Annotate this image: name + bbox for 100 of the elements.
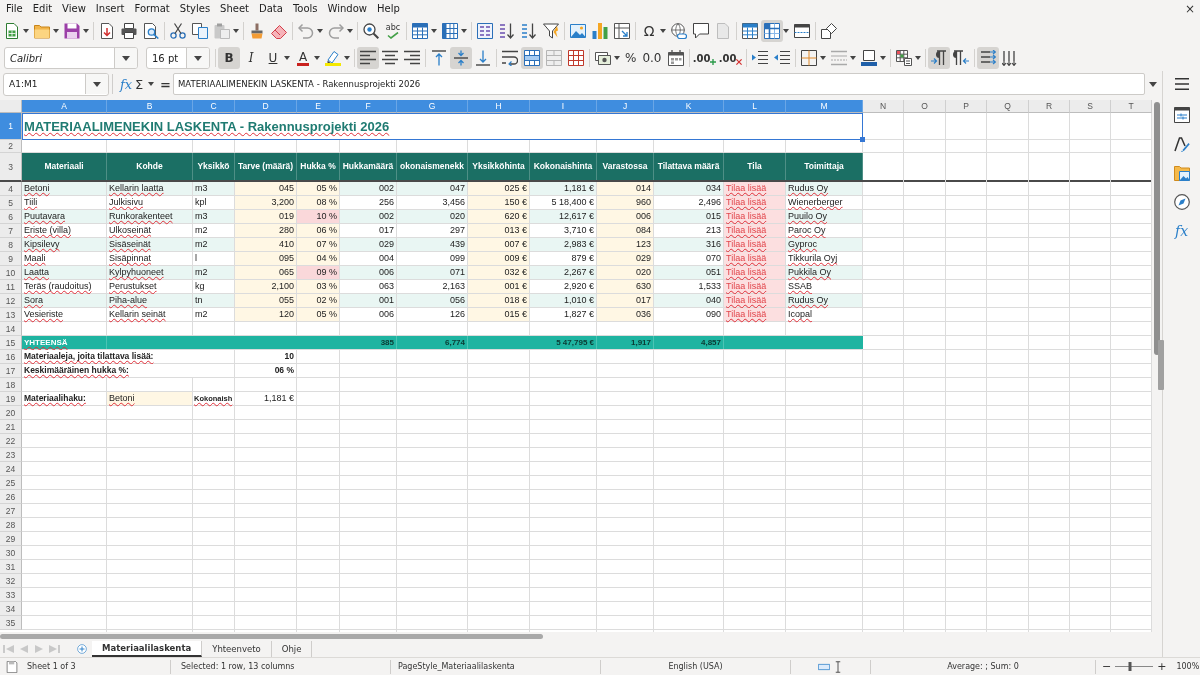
row-header[interactable]: 13 [0, 308, 22, 322]
table-columns-icon[interactable] [442, 23, 458, 39]
formula-button[interactable]: = [160, 76, 170, 92]
add-sheet-icon[interactable] [77, 644, 87, 654]
row-header[interactable]: 29 [0, 532, 22, 546]
row-header[interactable]: 9 [0, 252, 22, 266]
table-icon[interactable] [742, 23, 758, 39]
menu-item[interactable]: Edit [27, 1, 58, 16]
properties-icon[interactable] [1173, 107, 1190, 123]
caret-icon[interactable] [914, 56, 921, 60]
document-magnifier-icon[interactable] [143, 23, 159, 39]
eraser-icon[interactable] [271, 23, 287, 39]
save-icon[interactable] [64, 23, 80, 39]
decrease-indent-icon[interactable] [773, 50, 790, 66]
menu-item[interactable]: Styles [174, 1, 216, 16]
align-middle-button[interactable] [450, 47, 472, 69]
row-header[interactable]: 24 [0, 462, 22, 476]
menu-item[interactable]: Window [322, 1, 372, 16]
row-header[interactable]: 21 [0, 420, 22, 434]
row-header[interactable]: 2 [0, 140, 22, 153]
column-header[interactable]: Q [987, 100, 1029, 113]
row-header[interactable]: 33 [0, 588, 22, 602]
caret-icon[interactable] [317, 29, 323, 33]
name-box[interactable]: A1:M1 [3, 72, 109, 96]
row-header[interactable]: 12 [0, 294, 22, 308]
function-wizard-button[interactable]: fx [119, 76, 133, 92]
dropdown-button[interactable] [186, 48, 209, 68]
print-icon[interactable] [121, 23, 137, 39]
menu-item[interactable]: Data [254, 1, 288, 16]
caret-icon[interactable] [53, 29, 59, 33]
row-header[interactable]: 28 [0, 518, 22, 532]
paintbrush-icon[interactable] [249, 23, 265, 39]
align-left-button[interactable] [357, 47, 379, 69]
spelling-button[interactable]: abc [382, 20, 404, 42]
column-header[interactable]: T [1111, 100, 1152, 113]
menu-item[interactable]: File [1, 1, 28, 16]
merge-center-button[interactable] [521, 47, 543, 69]
caret-icon[interactable] [23, 29, 29, 33]
row-header[interactable]: 31 [0, 560, 22, 574]
conditional-format-icon[interactable] [895, 50, 912, 66]
table-rows-icon[interactable] [412, 23, 428, 39]
sheet-tab[interactable]: Yhteenveto [202, 641, 272, 657]
menu-item[interactable]: Sheet [215, 1, 255, 16]
caret-icon[interactable] [83, 29, 89, 33]
caret-icon[interactable] [1149, 81, 1157, 87]
caret-icon[interactable] [849, 56, 856, 60]
menu-item[interactable]: Tools [287, 1, 323, 16]
percent-format-button[interactable]: % [622, 47, 640, 69]
bar-chart-icon[interactable] [592, 23, 608, 39]
sort-icon[interactable] [477, 23, 493, 39]
scrollbar-thumb[interactable] [1154, 102, 1160, 355]
caret-icon[interactable] [148, 82, 154, 86]
row-header[interactable]: 35 [0, 616, 22, 630]
row-header[interactable]: 18 [0, 378, 22, 392]
border-color-icon[interactable] [860, 50, 877, 66]
row-header[interactable]: 4 [0, 182, 22, 196]
fill-handle[interactable] [860, 137, 865, 142]
increase-indent-icon[interactable] [751, 50, 768, 66]
font-name-field[interactable]: Calibri [4, 47, 138, 69]
language-text[interactable]: English (USA) [668, 662, 723, 671]
number-format-button[interactable]: 0.0 [639, 47, 665, 69]
zoom-slider-thumb[interactable] [1128, 662, 1132, 671]
add-decimal-button[interactable]: .00 [691, 47, 718, 69]
column-header[interactable]: N [863, 100, 904, 113]
row-header[interactable]: 20 [0, 406, 22, 420]
page-style-text[interactable]: PageStyle_Materiaalilaskenta [398, 662, 515, 671]
copy-icon[interactable] [192, 23, 208, 39]
caret-icon[interactable] [461, 29, 467, 33]
row-header[interactable]: 22 [0, 434, 22, 448]
dropdown-button[interactable] [114, 48, 137, 68]
banknotes-icon[interactable] [595, 50, 611, 66]
menu-item[interactable]: Insert [90, 1, 130, 16]
close-document-button[interactable]: × [1184, 2, 1195, 15]
borders-icon[interactable] [800, 50, 817, 66]
functions-button[interactable]: fx [1174, 223, 1189, 239]
sidebar-handle[interactable] [1158, 340, 1164, 390]
row-header[interactable]: 27 [0, 504, 22, 518]
menu-item[interactable]: Help [372, 1, 405, 16]
clipboard-icon[interactable] [214, 23, 230, 39]
comment-icon[interactable] [693, 23, 709, 39]
menu-item[interactable]: Format [129, 1, 175, 16]
highlighter-icon[interactable] [325, 50, 341, 66]
row-header[interactable]: 11 [0, 280, 22, 294]
row-header[interactable]: 3 [0, 153, 22, 182]
row-header[interactable]: 32 [0, 574, 22, 588]
bold-button[interactable]: B [218, 47, 240, 69]
calendar-icon[interactable] [667, 50, 684, 66]
pivot-table-icon[interactable] [614, 23, 630, 39]
document-arrow-icon[interactable] [99, 23, 115, 39]
column-header[interactable]: P [946, 100, 987, 113]
row-header[interactable]: 10 [0, 266, 22, 280]
row-header[interactable]: 15 [0, 336, 22, 350]
font-size-field[interactable]: 16 pt [146, 47, 210, 69]
zoom-out-button[interactable]: − [1102, 661, 1112, 672]
filter-icon[interactable] [543, 23, 559, 39]
pen-icon[interactable] [1173, 136, 1190, 152]
row-header[interactable]: 25 [0, 476, 22, 490]
caret-icon[interactable] [347, 29, 353, 33]
row-header[interactable]: 16 [0, 350, 22, 364]
column-header[interactable]: O [904, 100, 946, 113]
